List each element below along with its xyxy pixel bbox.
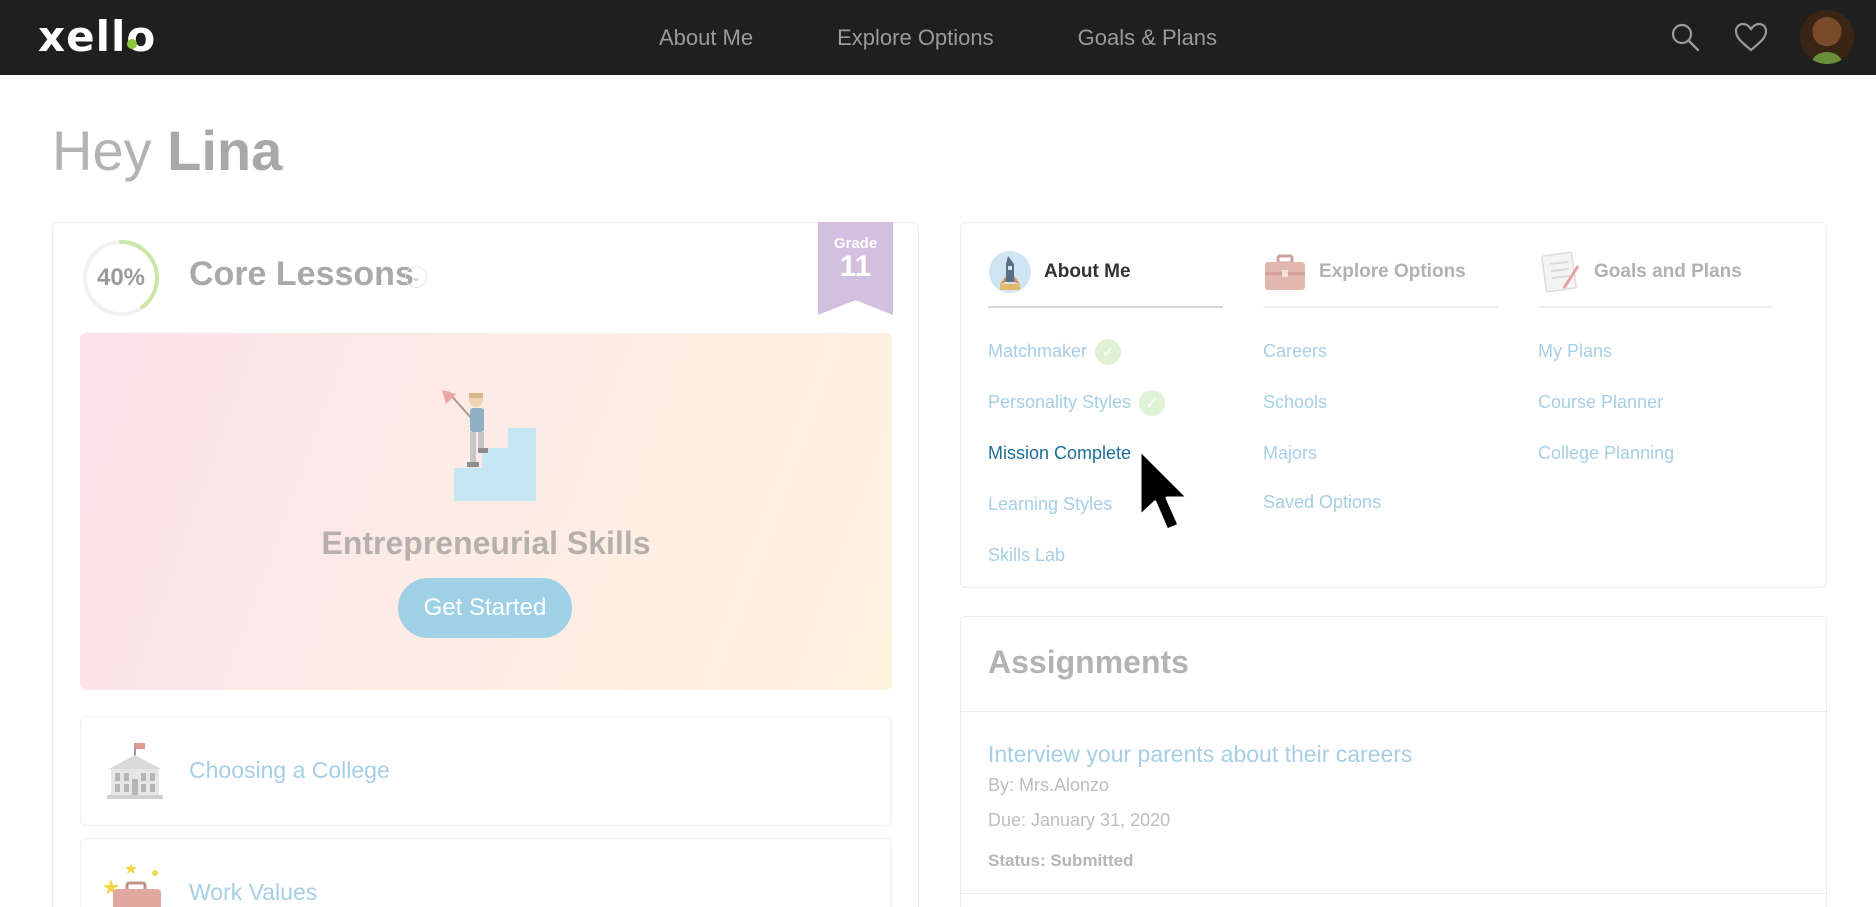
menu-item-personality-styles[interactable]: Personality Styles ✓ [988,377,1223,428]
top-nav-bar: xello About Me Explore Options Goals & P… [0,0,1876,75]
menu-column-goals-plans: Goals and Plans My Plans Course Planner … [1538,248,1773,479]
menu-item-college-planning[interactable]: College Planning [1538,428,1773,479]
grade-number: 11 [839,250,872,283]
divider [961,893,1826,894]
menu-item-label: Personality Styles [988,392,1132,412]
menu-item-label: Mission Complete [988,443,1132,463]
user-name: Lina [167,119,283,182]
lesson-item-choosing-a-college[interactable]: Choosing a College [80,716,892,826]
core-lessons-title[interactable]: Core Lessons [189,255,414,294]
menu-column-explore-options: Explore Options Careers Schools Majors S… [1263,248,1498,525]
user-avatar[interactable] [1800,10,1854,64]
menu-item-schools[interactable]: Schools [1263,377,1498,428]
menu-item-majors[interactable]: Majors [1263,428,1498,479]
divider [961,711,1826,712]
lesson-label: Work Values [189,879,318,905]
briefcase-stars-icon [103,863,161,907]
assignment-due-date: Due: January 31, 2020 [988,810,1171,830]
main-nav: About Me Explore Options Goals & Plans [0,0,1876,75]
assignments-card: Assignments Interview your parents about… [960,616,1827,907]
checklist-icon [1541,251,1580,293]
core-lessons-card: 40% Core Lessons ⌄ Grade 11 Entrepreneur… [52,222,919,907]
menu-item-label: Matchmaker [988,341,1088,361]
lesson-item-work-values[interactable]: Work Values [80,838,892,907]
lesson-label: Choosing a College [189,757,390,783]
section-menu-card: About Me Matchmaker ✓ Personality Styles ✓… [960,222,1827,588]
rocket-globe-icon [989,251,1031,293]
checkmark-icon: ✓ [1139,389,1166,416]
menu-item-label: Learning Styles [988,494,1113,514]
progress-percent: 40% [96,264,146,291]
search-icon[interactable] [1668,20,1702,54]
assignments-title: Assignments [988,644,1189,680]
menu-list-goals-plans: My Plans Course Planner College Planning [1538,326,1773,479]
assignment-author: By: Mrs.Alonzo [988,775,1110,795]
menu-item-saved-options[interactable]: Saved Options [1263,479,1498,525]
assignment-title-link[interactable]: Interview your parents about their caree… [988,741,1412,768]
tab-explore-options[interactable]: Explore Options [1263,248,1498,308]
featured-lesson: Entrepreneurial Skills Get Started [80,333,892,690]
featured-lesson-title: Entrepreneurial Skills [321,525,651,561]
nav-explore-options[interactable]: Explore Options [795,25,1036,51]
tab-label: Goals and Plans [1594,261,1742,282]
nav-goals-plans[interactable]: Goals & Plans [1036,25,1259,51]
nav-actions [1668,10,1854,64]
chevron-down-icon[interactable]: ⌄ [405,266,427,288]
grade-ribbon: Grade 11 [818,222,893,315]
menu-list-explore-options: Careers Schools Majors Saved Options [1263,326,1498,525]
tab-goals-and-plans[interactable]: Goals and Plans [1538,248,1773,308]
briefcase-icon [1265,254,1305,290]
mouse-cursor-icon [1138,448,1190,532]
heart-icon[interactable] [1734,20,1768,54]
menu-item-careers[interactable]: Careers [1263,326,1498,377]
menu-item-skills-lab[interactable]: Skills Lab [988,530,1223,581]
get-started-button[interactable]: Get Started [398,578,572,638]
tab-label: About Me [1044,261,1131,282]
menu-item-my-plans[interactable]: My Plans [1538,326,1773,377]
menu-item-label: Skills Lab [988,545,1066,565]
page-greeting: Hey Lina [52,118,282,183]
college-building-icon [107,743,163,799]
menu-item-matchmaker[interactable]: Matchmaker ✓ [988,326,1223,377]
tab-label: Explore Options [1319,261,1466,282]
tab-about-me[interactable]: About Me [988,248,1223,308]
nav-about-me[interactable]: About Me [617,25,795,51]
climbing-stairs-illustration [442,390,536,501]
checkmark-icon: ✓ [1095,338,1122,365]
assignment-status: Status: Submitted [988,851,1134,870]
grade-label: Grade [833,235,878,252]
greeting-prefix: Hey [52,119,152,182]
menu-item-course-planner[interactable]: Course Planner [1538,377,1773,428]
